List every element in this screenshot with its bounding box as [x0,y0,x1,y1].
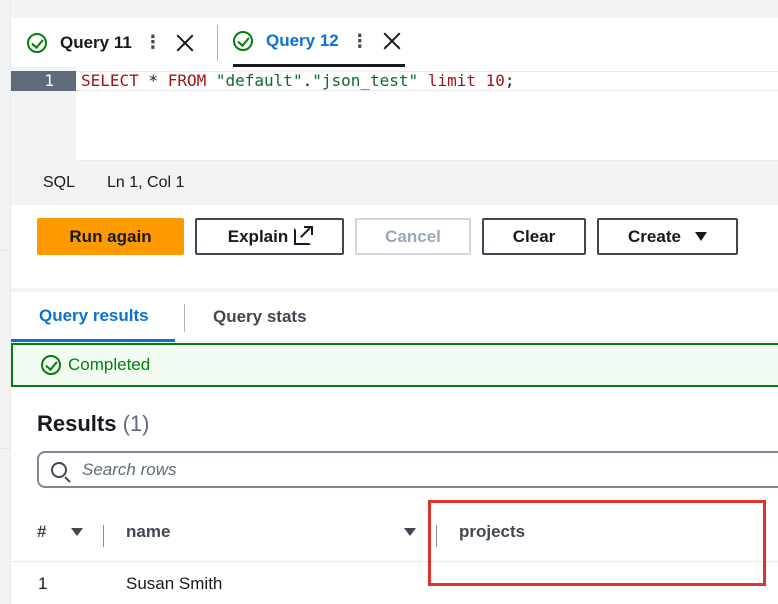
check-circle-icon [233,31,253,51]
more-options-icon[interactable]: ⋮ [144,32,162,53]
editor-status-bar: SQL Ln 1, Col 1 [11,161,778,205]
check-circle-icon [27,32,47,53]
tab-divider [217,25,218,61]
table-cell-index: 1 [38,574,48,593]
search-rows-input[interactable]: Search rows [37,451,778,488]
sort-down-icon[interactable] [71,528,83,536]
gutter-line [0,250,11,251]
left-gutter [0,0,11,604]
tab-query-stats[interactable]: Query stats [213,292,307,342]
status-text: Completed [68,355,151,374]
table-cell-name: Susan Smith [126,574,223,593]
language-indicator: SQL [43,174,76,191]
tab-label: Query 12 [266,31,339,50]
sql-editor[interactable]: 1 SELECT * FROM "default"."json_test" li… [11,67,778,161]
status-alert: Completed [11,343,778,387]
cursor-position: Ln 1, Col 1 [107,174,185,191]
sql-string: "json_test" [312,71,419,90]
sql-token: * [138,71,168,90]
tab-query-11[interactable]: Query 11 ⋮ [27,18,194,67]
button-label: Clear [512,226,556,246]
sql-keyword: SELECT [81,71,139,90]
column-resizer[interactable] [436,525,437,547]
sql-token: . [302,71,313,90]
column-header-index[interactable]: # [37,522,46,542]
caret-down-icon [694,232,707,241]
button-label: Run again [69,226,152,246]
sql-number: 10 [485,71,505,90]
search-icon [51,461,67,478]
close-icon[interactable] [383,32,401,50]
button-label: Create [628,226,681,246]
results-title: Results [37,411,117,436]
clear-button[interactable]: Clear [482,218,586,255]
search-placeholder: Search rows [82,459,177,479]
results-container: Results (1) Search rows # name projects … [11,389,778,604]
column-resizer[interactable] [103,525,104,547]
tab-query-results[interactable]: Query results [11,292,175,342]
sort-down-icon[interactable] [404,528,416,536]
results-count: (1) [122,411,150,436]
check-circle-icon [41,355,61,375]
query-tabs: Query 11 ⋮ Query 12 ⋮ [11,18,778,67]
sql-string: "default" [215,71,303,90]
column-header-name[interactable]: name [126,522,170,542]
sql-code[interactable]: SELECT * FROM "default"."json_test" limi… [81,71,515,91]
gutter-line [0,448,11,449]
tab-label: Query stats [213,307,307,326]
explain-button[interactable]: Explain [195,218,344,255]
close-icon[interactable] [176,34,194,52]
run-again-button[interactable]: Run again [37,218,184,255]
line-number: 1 [11,71,76,91]
query-editor-panel: Query 11 ⋮ Query 12 ⋮ 1 SELECT * FROM "d… [11,18,778,604]
column-header-projects[interactable]: projects [459,522,525,542]
tab-divider [184,304,185,332]
results-tabs: Query results Query stats [11,292,778,342]
cancel-button: Cancel [355,218,471,255]
tab-label: Query results [39,305,149,325]
more-options-icon[interactable]: ⋮ [351,31,369,52]
create-dropdown-button[interactable]: Create [597,218,738,255]
button-label: Cancel [385,226,441,246]
sql-keyword: limit [427,71,476,90]
tab-label: Query 11 [60,32,132,52]
button-label: Explain [227,226,289,246]
tab-query-12[interactable]: Query 12 ⋮ [233,18,405,67]
external-link-icon [294,226,314,245]
sql-keyword: FROM [167,71,207,90]
action-bar: Run again Explain Cancel Clear Create [11,205,778,288]
table-header-divider [11,561,778,562]
sql-token: ; [504,71,515,90]
results-heading: Results (1) [37,411,150,437]
